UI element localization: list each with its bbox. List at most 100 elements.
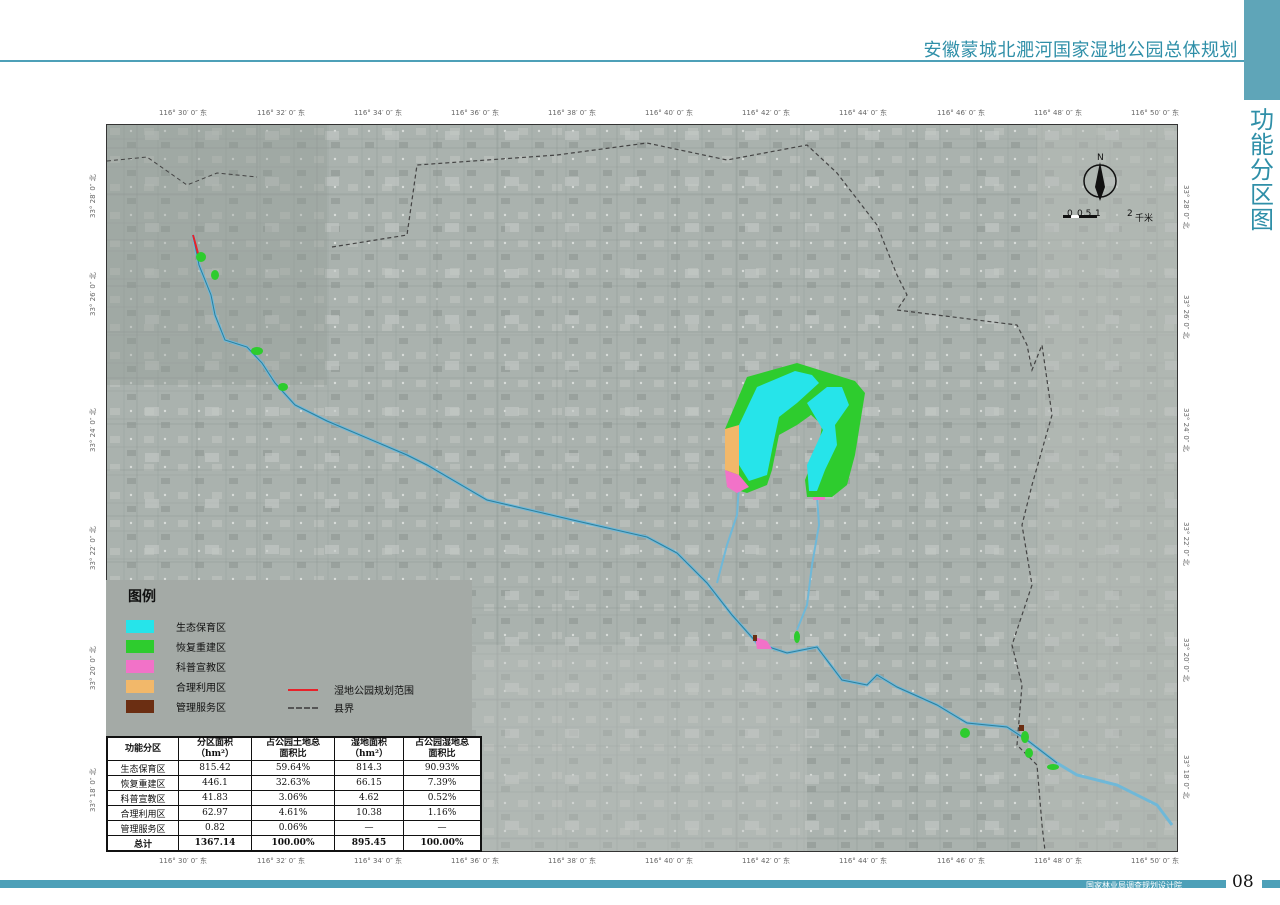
legend-item-restoration: 恢复重建区 <box>126 638 226 654</box>
table-row: 科普宣教区 41.83 3.06% 4.62 0.52% <box>107 790 481 806</box>
table-cell: 90.93% <box>403 760 481 776</box>
longitude-ticks-bottom: 116° 30′ 0″ 东 116° 32′ 0″ 东 116° 34′ 0″ … <box>0 856 1280 870</box>
legend-label: 管理服务区 <box>176 702 226 714</box>
lon-tick: 116° 50′ 0″ 东 <box>1130 857 1180 865</box>
lat-tick: 33° 22′ 0″ 北 <box>1182 522 1190 566</box>
legend-swatch <box>126 699 154 713</box>
table-cell: 7.39% <box>403 775 481 791</box>
lon-tick: 116° 38′ 0″ 东 <box>547 857 597 865</box>
lon-tick: 116° 46′ 0″ 东 <box>936 857 986 865</box>
legend-swatch <box>126 619 154 633</box>
table-cell: 科普宣教区 <box>107 790 179 806</box>
table-cell: 62.97 <box>178 805 252 821</box>
lat-tick: 33° 24′ 0″ 北 <box>89 408 97 452</box>
lon-tick: 116° 42′ 0″ 东 <box>741 857 791 865</box>
table-cell: 1.16% <box>403 805 481 821</box>
legend-label: 县界 <box>334 704 354 715</box>
table-header: 占公园湿地总 面积比 <box>403 737 481 761</box>
table-cell: 4.62 <box>334 790 404 806</box>
lon-tick: 116° 40′ 0″ 东 <box>644 109 694 117</box>
scale-label-1: 1 <box>1095 209 1101 219</box>
table-cell: 3.06% <box>251 790 335 806</box>
lon-tick: 116° 46′ 0″ 东 <box>936 109 986 117</box>
north-label: N <box>1097 153 1104 163</box>
lon-tick: 116° 36′ 0″ 东 <box>450 109 500 117</box>
table-cell: 管理服务区 <box>107 820 179 836</box>
table-cell: 895.45 <box>334 835 404 851</box>
scale-label-0: 0 <box>1067 209 1073 219</box>
scale-label-2: 2 <box>1127 209 1133 219</box>
legend-swatch <box>126 639 154 653</box>
table-cell: 总计 <box>107 835 179 851</box>
table-row: 管理服务区 0.82 0.06% — — <box>107 820 481 836</box>
zone-restoration-patch <box>1021 731 1029 743</box>
lon-tick: 116° 44′ 0″ 东 <box>838 109 888 117</box>
lat-tick: 33° 20′ 0″ 北 <box>89 646 97 690</box>
longitude-ticks-top: 116° 30′ 0″ 东 116° 32′ 0″ 东 116° 34′ 0″ … <box>0 108 1280 122</box>
legend-item-science: 科普宣教区 <box>126 658 226 674</box>
lat-tick: 33° 20′ 0″ 北 <box>1182 638 1190 682</box>
scale-unit: 千米 <box>1135 214 1154 224</box>
lon-tick: 116° 32′ 0″ 东 <box>256 109 306 117</box>
lon-tick: 116° 34′ 0″ 东 <box>353 857 403 865</box>
area-table: 功能分区 分区面积 （hm²） 占公园土地总 面积比 湿地面积 （hm²） 占公… <box>106 736 482 852</box>
zone-utilization-main <box>725 425 739 475</box>
lat-tick: 33° 26′ 0″ 北 <box>89 272 97 316</box>
table-header: 湿地面积 （hm²） <box>334 737 404 761</box>
area-table-grid: 功能分区 分区面积 （hm²） 占公园土地总 面积比 湿地面积 （hm²） 占公… <box>107 737 481 851</box>
table-header: 功能分区 <box>107 737 179 761</box>
table-cell: 0.52% <box>403 790 481 806</box>
zone-restoration-patch <box>794 631 800 643</box>
lat-tick: 33° 24′ 0″ 北 <box>1182 408 1190 452</box>
legend-item-ecological: 生态保育区 <box>126 618 226 634</box>
table-cell: 100.00% <box>251 835 335 851</box>
page-number: 08 <box>1232 872 1254 892</box>
table-cell: 814.3 <box>334 760 404 776</box>
table-cell: 4.61% <box>251 805 335 821</box>
table-cell: 恢复重建区 <box>107 775 179 791</box>
lon-tick: 116° 42′ 0″ 东 <box>741 109 791 117</box>
table-cell: 0.82 <box>178 820 252 836</box>
lon-tick: 116° 48′ 0″ 东 <box>1033 857 1083 865</box>
map-legend: 图例 生态保育区 恢复重建区 科普宣教区 合理利用区 管理服务区 湿地公园规划范… <box>106 580 472 736</box>
table-cell: — <box>403 820 481 836</box>
zone-restoration-patch <box>1025 748 1033 758</box>
legend-swatch <box>126 679 154 693</box>
lon-tick: 116° 32′ 0″ 东 <box>256 857 306 865</box>
table-cell: 10.38 <box>334 805 404 821</box>
table-cell: 66.15 <box>334 775 404 791</box>
legend-label: 生态保育区 <box>176 622 226 634</box>
lat-tick: 33° 26′ 0″ 北 <box>1182 295 1190 339</box>
zone-restoration-patch <box>1047 764 1059 770</box>
table-total-row: 总计 1367.14 100.00% 895.45 100.00% <box>107 835 481 851</box>
side-title-char: 能 <box>1250 131 1274 159</box>
side-title-char: 图 <box>1250 206 1274 234</box>
table-header: 占公园土地总 面积比 <box>251 737 335 761</box>
zone-restoration-patch <box>960 728 970 738</box>
footer-org: 国家林业局调查规划设计院 <box>1086 881 1182 890</box>
table-row: 合理利用区 62.97 4.61% 10.38 1.16% <box>107 805 481 821</box>
legend-item-utilization: 合理利用区 <box>126 678 226 694</box>
lon-tick: 116° 30′ 0″ 东 <box>158 857 208 865</box>
table-cell: 0.06% <box>251 820 335 836</box>
zone-restoration-patch <box>278 383 288 391</box>
table-cell: 100.00% <box>403 835 481 851</box>
lat-tick: 33° 28′ 0″ 北 <box>89 174 97 218</box>
legend-title: 图例 <box>128 589 156 605</box>
lon-tick: 116° 40′ 0″ 东 <box>644 857 694 865</box>
legend-label: 科普宣教区 <box>176 662 226 674</box>
lon-tick: 116° 44′ 0″ 东 <box>838 857 888 865</box>
table-cell: 合理利用区 <box>107 805 179 821</box>
table-header: 分区面积 （hm²） <box>178 737 252 761</box>
footer-bar <box>0 880 1226 888</box>
lon-tick: 116° 36′ 0″ 东 <box>450 857 500 865</box>
table-cell: 生态保育区 <box>107 760 179 776</box>
lat-tick: 33° 22′ 0″ 北 <box>89 526 97 570</box>
table-cell: 41.83 <box>178 790 252 806</box>
side-title-char: 区 <box>1250 181 1274 209</box>
table-cell: 815.42 <box>178 760 252 776</box>
zone-restoration-patch <box>196 252 206 262</box>
latitude-ticks-left: 33° 28′ 0″ 北 33° 26′ 0″ 北 33° 24′ 0″ 北 3… <box>88 0 102 905</box>
lon-tick: 116° 34′ 0″ 东 <box>353 109 403 117</box>
lat-tick: 33° 28′ 0″ 北 <box>1182 185 1190 229</box>
